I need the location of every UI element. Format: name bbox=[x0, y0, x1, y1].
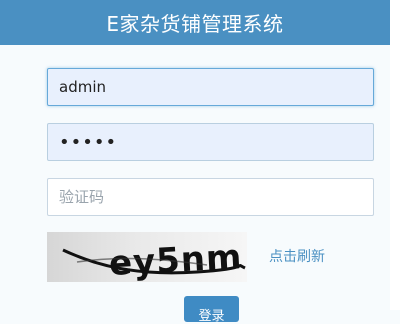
page-header: E家杂货铺管理系统 bbox=[0, 0, 390, 45]
captcha-graphic: ey5nm bbox=[62, 237, 246, 282]
username-input[interactable] bbox=[47, 68, 374, 106]
login-button[interactable]: 登录 bbox=[184, 296, 239, 324]
captcha-image[interactable]: ey5nm bbox=[47, 232, 247, 282]
page-title: E家杂货铺管理系统 bbox=[106, 12, 284, 36]
password-input[interactable] bbox=[47, 123, 374, 161]
page-edge bbox=[390, 0, 400, 310]
captcha-text: ey5nm bbox=[108, 237, 243, 282]
captcha-input[interactable] bbox=[47, 178, 374, 216]
refresh-captcha-link[interactable]: 点击刷新 bbox=[269, 246, 325, 266]
